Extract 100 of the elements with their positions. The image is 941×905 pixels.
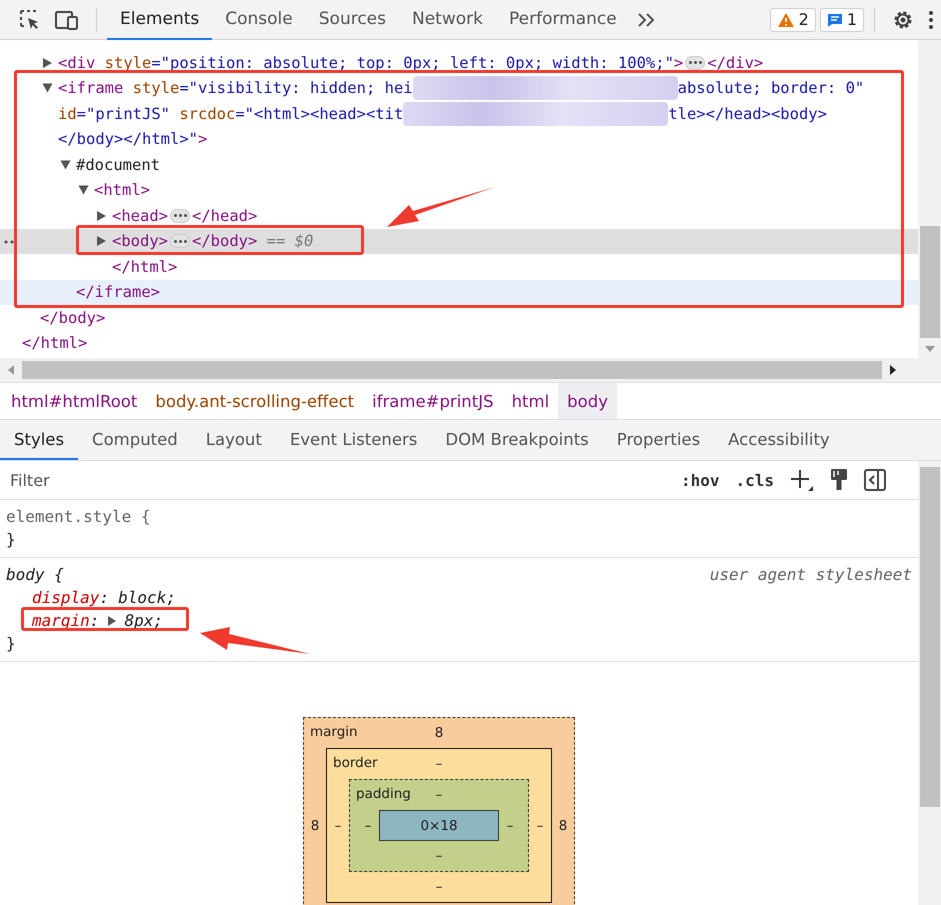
breadcrumb[interactable]: html — [502, 383, 558, 419]
property-name: display — [32, 588, 100, 607]
tag-text: </html> — [112, 258, 178, 276]
expand-toggle-icon[interactable] — [97, 236, 106, 246]
dom-node-row[interactable]: <html> — [0, 178, 918, 203]
dom-node-row[interactable]: <div style="position: absolute; top: 0px; left: 0px; width: 100%;"> </div> — [0, 50, 918, 76]
sidebar-tab[interactable]: Event Listeners — [276, 420, 432, 460]
box-value: – — [436, 786, 442, 805]
breadcrumb[interactable]: html#htmlRoot — [2, 383, 146, 419]
expand-toggle-icon[interactable] — [108, 616, 116, 626]
scroll-right-icon[interactable] — [890, 365, 896, 375]
sidebar-toggle-icon[interactable] — [864, 469, 886, 491]
tag-text: <div — [58, 54, 96, 72]
expand-toggle-icon[interactable] — [60, 160, 70, 170]
breadcrumb[interactable]: body — [558, 383, 617, 419]
property-value: 8px; — [124, 611, 163, 630]
dom-node-row[interactable]: <body> </body> == $0 — [0, 228, 918, 254]
css-selector: body { — [6, 565, 64, 584]
vertical-scrollbar[interactable] — [918, 40, 941, 358]
tag-text: </head> — [192, 206, 258, 225]
box-value: 8 — [310, 818, 320, 834]
horizontal-scrollbar[interactable] — [0, 358, 941, 383]
box-value: – — [436, 878, 442, 897]
attribute-name: style — [104, 54, 152, 72]
panel-tab[interactable]: Performance — [496, 0, 630, 40]
more-icon[interactable] — [4, 240, 16, 244]
sidebar-tab[interactable]: Accessibility — [714, 420, 844, 460]
vertical-scrollbar[interactable] — [918, 461, 941, 905]
stylesheet-source: user agent stylesheet — [710, 565, 912, 584]
box-value: – — [506, 818, 514, 834]
class-button[interactable]: .cls — [736, 470, 774, 490]
box-value: 8 — [434, 724, 444, 743]
sidebar-tab[interactable]: DOM Breakpoints — [431, 420, 603, 460]
dom-node-row[interactable]: </html> — [0, 254, 918, 280]
dom-node-row[interactable]: </body> — [0, 305, 918, 330]
collapsed-content-icon[interactable] — [170, 208, 190, 223]
panel-tab[interactable]: Console — [212, 0, 306, 40]
closing-brace: } — [6, 530, 16, 549]
box-value: 8 — [558, 818, 568, 834]
box-label: border — [333, 755, 378, 771]
attribute-value: tle></head><body> — [668, 104, 827, 123]
add-rule-icon[interactable] — [790, 468, 814, 492]
box-value: – — [436, 847, 442, 866]
dom-node-row[interactable]: <head> </head> — [0, 203, 918, 228]
breadcrumb[interactable]: iframe#printJS — [363, 383, 503, 419]
property-name: margin — [32, 611, 90, 630]
attribute-name: srcdoc — [178, 104, 236, 123]
box-value: – — [334, 818, 342, 834]
panel-tab[interactable]: Sources — [306, 0, 399, 40]
expand-toggle-icon[interactable] — [78, 186, 88, 195]
menu-icon[interactable] — [927, 8, 935, 30]
css-selector: element.style { — [6, 507, 150, 526]
box-value: – — [364, 818, 372, 834]
expand-toggle-icon[interactable] — [43, 58, 52, 68]
expand-toggle-icon[interactable] — [42, 84, 52, 93]
tag-text: <html> — [94, 181, 150, 200]
sidebar-tab[interactable]: Layout — [192, 420, 276, 460]
attribute-value: ="<html><head><tit — [235, 104, 404, 123]
breadcrumb[interactable]: body.ant-scrolling-effect — [146, 383, 364, 419]
tag-text: </iframe> — [76, 283, 160, 302]
tag-text: </div> — [707, 54, 764, 72]
collapsed-content-icon[interactable] — [685, 56, 706, 70]
dom-node-row[interactable]: </iframe> — [0, 280, 918, 305]
attribute-value: </body></html>" — [58, 130, 198, 148]
dom-node-row[interactable]: </html> — [0, 330, 918, 356]
sidebar-tab[interactable]: Computed — [78, 420, 192, 460]
tag-text: </html> — [22, 334, 88, 352]
tag-text: > — [674, 54, 684, 72]
dom-node-row[interactable]: <iframe style="visibility: hidden; hei absolute; border: 0" id="printJS" srcdoc="<html><head><tit tle></head><body> </body></html>"> — [0, 76, 918, 152]
box-value: – — [536, 818, 544, 834]
property-value: block; — [118, 588, 176, 607]
box-label: margin — [310, 724, 358, 740]
panel-tab[interactable]: Elements — [107, 0, 212, 40]
tag-text: <head> — [112, 206, 168, 225]
warnings-badge[interactable]: 2 — [770, 8, 816, 32]
paint-brush-icon[interactable] — [830, 468, 848, 492]
attribute-value: ="visibility: hidden; hei — [179, 79, 413, 98]
collapsed-content-icon[interactable] — [170, 234, 190, 248]
expand-toggle-icon[interactable] — [97, 210, 106, 221]
tag-text: <iframe — [58, 79, 124, 98]
node-text: #document — [76, 156, 160, 174]
sidebar-tab[interactable]: Properties — [602, 420, 714, 460]
box-label: padding — [356, 786, 411, 802]
dom-node-row[interactable]: #document — [0, 152, 918, 178]
attribute-value: absolute; border: 0" — [678, 79, 864, 98]
node-reference: == $0 — [266, 232, 314, 250]
closing-brace: } — [6, 634, 16, 653]
tag-text: </body> — [40, 308, 106, 327]
attribute-value: ="printJS" — [76, 104, 170, 123]
tag-text: > — [198, 130, 208, 148]
sidebar-tab[interactable]: Styles — [0, 420, 78, 460]
tag-text: <body> — [112, 232, 168, 250]
panel-tab[interactable]: Network — [399, 0, 496, 40]
messages-badge[interactable]: 1 — [820, 8, 864, 32]
box-value: – — [436, 755, 442, 774]
property-colon: : — [99, 588, 110, 607]
attribute-value: ="position: absolute; top: 0px; left: 0px; width: 100%;" — [151, 54, 674, 72]
tag-text: </body> — [192, 232, 258, 250]
hover-state-button[interactable]: :hov — [681, 470, 720, 490]
attribute-name: style — [132, 79, 180, 98]
